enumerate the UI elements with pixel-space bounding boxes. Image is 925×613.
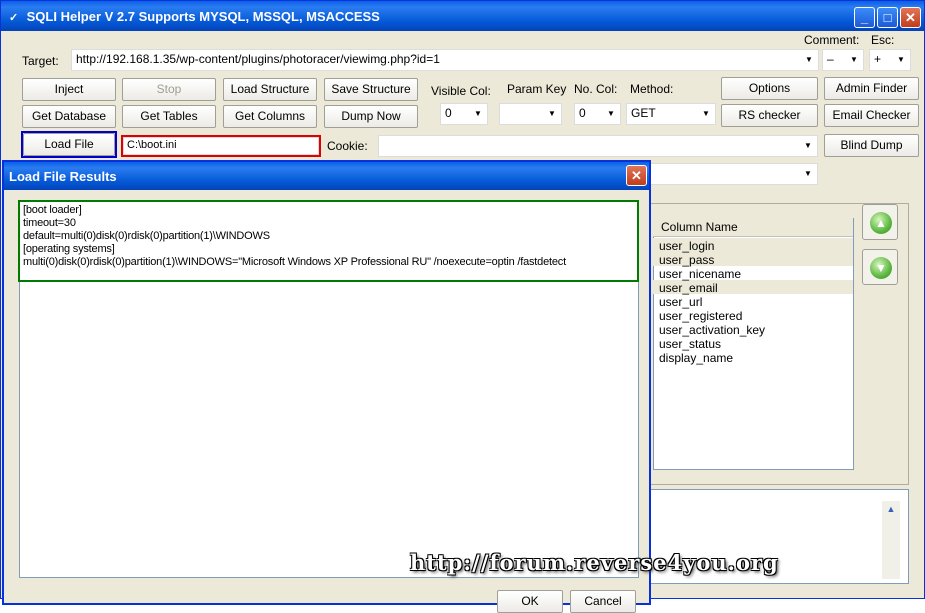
get-columns-button[interactable]: Get Columns [223,105,317,128]
close-button[interactable]: ✕ [900,7,921,28]
dump-now-button[interactable]: Dump Now [324,105,418,128]
move-down-button[interactable]: ▼ [862,249,898,285]
window-title: SQLI Helper V 2.7 Supports MYSQL, MSSQL,… [26,9,380,24]
list-item[interactable]: user_pass [659,253,714,267]
load-structure-button[interactable]: Load Structure [223,78,317,101]
chevron-down-icon[interactable]: ▼ [697,104,715,124]
visible-col-select[interactable]: 0 ▼ [440,103,488,125]
email-checker-button[interactable]: Email Checker [824,104,919,127]
chevron-down-icon[interactable]: ▼ [469,104,487,124]
chevron-down-icon[interactable]: ▼ [845,50,863,70]
maximize-button[interactable]: □ [877,7,898,28]
ok-button[interactable]: OK [497,590,563,613]
get-database-button[interactable]: Get Database [22,105,116,128]
chevron-down-icon[interactable]: ▼ [602,104,620,124]
title-bar: ✓ SQLI Helper V 2.7 Supports MYSQL, MSSQ… [1,1,924,31]
method-label: Method: [630,82,674,96]
visible-col-value: 0 [445,106,452,120]
no-col-label: No. Col: [574,82,618,96]
visible-col-label: Visible Col: [431,84,491,98]
list-item[interactable]: user_status [659,337,721,351]
get-tables-button[interactable]: Get Tables [122,105,216,128]
cookie-input[interactable]: ▼ [378,135,818,157]
list-item[interactable]: user_url [659,295,702,309]
no-col-value: 0 [579,106,586,120]
move-up-button[interactable]: ▲ [862,204,898,240]
scroll-up-icon[interactable]: ▲ [882,501,900,518]
save-structure-button[interactable]: Save Structure [324,78,418,101]
param-key-label: Param Key [507,82,567,96]
list-item[interactable]: user_nicename [659,267,741,281]
stop-button[interactable]: Stop [122,78,216,101]
comment-label: Comment: [804,33,860,47]
target-label: Target: [22,54,59,68]
esc-value: + [874,52,882,66]
esc-select[interactable]: + ▼ [869,49,911,71]
target-url-value: http://192.168.1.35/wp-content/plugins/p… [76,52,440,66]
inject-button[interactable]: Inject [22,78,116,101]
app-icon: ✓ [9,12,19,24]
load-file-results-dialog: Load File Results ✕ [boot loader] timeou… [2,160,651,613]
dialog-close-button[interactable]: ✕ [626,165,647,186]
arrow-down-icon: ▼ [870,257,892,279]
list-item[interactable]: user_email [659,281,718,295]
options-button[interactable]: Options [721,77,818,100]
chevron-down-icon[interactable]: ▼ [799,164,817,184]
column-header[interactable]: Column Name [653,218,853,237]
scrollbar[interactable]: ▲ [882,501,900,579]
list-item[interactable]: user_login [659,239,714,253]
list-item[interactable]: user_registered [659,309,742,323]
comment-select[interactable]: – ▼ [822,49,864,71]
secondary-select[interactable]: ▼ [641,163,818,185]
method-select[interactable]: GET ▼ [626,103,716,125]
comment-value: – [827,52,834,66]
method-value: GET [631,106,656,120]
no-col-select[interactable]: 0 ▼ [574,103,621,125]
list-item[interactable]: user_activation_key [659,323,765,337]
highlight-file-path [121,135,321,157]
arrow-up-icon: ▲ [870,212,892,234]
cancel-button[interactable]: Cancel [570,590,636,613]
chevron-down-icon[interactable]: ▼ [892,50,910,70]
chevron-down-icon[interactable]: ▼ [799,136,817,156]
chevron-down-icon[interactable]: ▼ [543,104,561,124]
target-url-input[interactable]: http://192.168.1.35/wp-content/plugins/p… [71,49,819,71]
minimize-button[interactable]: _ [854,7,875,28]
watermark: http://forum.reverse4you.org [410,550,779,575]
highlight-results [18,200,639,282]
cookie-label: Cookie: [327,139,368,153]
dialog-title: Load File Results [4,162,649,190]
blind-dump-button[interactable]: Blind Dump [824,134,919,157]
chevron-down-icon[interactable]: ▼ [800,50,818,70]
param-key-select[interactable]: ▼ [499,103,562,125]
rs-checker-button[interactable]: RS checker [721,104,818,127]
list-item[interactable]: display_name [659,351,733,365]
admin-finder-button[interactable]: Admin Finder [824,77,919,100]
esc-label: Esc: [871,33,895,47]
highlight-load-file [21,131,117,158]
